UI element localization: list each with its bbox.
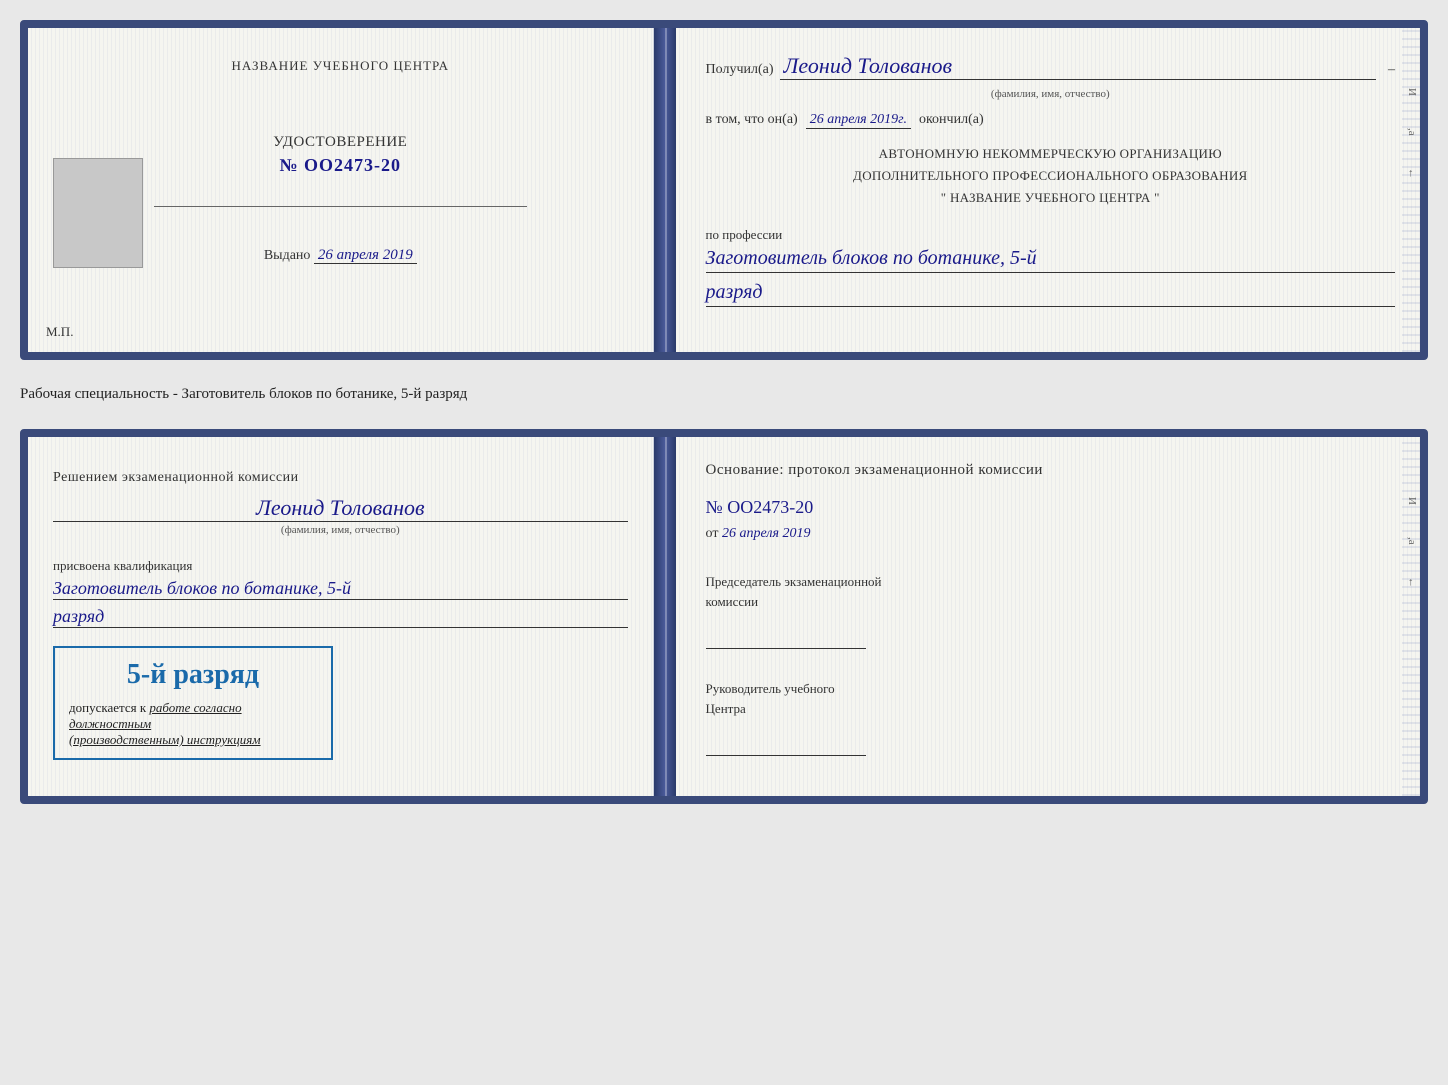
top-right-page: Получил(а) Леонид Толованов – (фамилия, … [676, 28, 1420, 352]
v-tom-prefix: в том, что он(а) [706, 112, 798, 128]
side-decorative-lines-bottom [1402, 437, 1420, 796]
fio-caption-top: (фамилия, имя, отчество) [706, 88, 1395, 100]
specialty-label: Рабочая специальность - Заготовитель бло… [20, 378, 1428, 411]
side-decorative-lines [1402, 28, 1420, 352]
razryad-kval: разряд [53, 606, 628, 628]
org-block: АВТОНОМНУЮ НЕКОММЕРЧЕСКУЮ ОРГАНИЗАЦИЮ ДО… [706, 143, 1395, 209]
rukovoditel-signature-line [706, 736, 866, 756]
komissia-text2: комиссии [706, 594, 759, 609]
vydano-block: Выдано 26 апреля 2019 [264, 247, 417, 264]
certificate-number: № OO2473-20 [279, 155, 401, 176]
dopusk-italic2: (производственным) инструкциям [69, 732, 261, 747]
side-label-a: ,а [1406, 128, 1418, 136]
vydano-label: Выдано [264, 248, 311, 263]
predsedatel-text: Председатель экзаменационной [706, 574, 882, 589]
side-label-arrow: ← [1406, 168, 1418, 179]
rukovoditel-block: Руководитель учебного Центра [706, 679, 1395, 758]
rukovoditel-text: Руководитель учебного [706, 681, 835, 696]
page-container: НАЗВАНИЕ УЧЕБНОГО ЦЕНТРА УДОСТОВЕРЕНИЕ №… [20, 20, 1428, 804]
mp-label: М.П. [46, 324, 73, 340]
komissia-name: Леонид Толованов [53, 495, 628, 522]
org-name: " НАЗВАНИЕ УЧЕБНОГО ЦЕНТРА " [706, 187, 1395, 209]
org-line2: ДОПОЛНИТЕЛЬНОГО ПРОФЕССИОНАЛЬНОГО ОБРАЗО… [706, 165, 1395, 187]
rukovoditel-label: Руководитель учебного Центра [706, 679, 1395, 718]
kval-value: Заготовитель блоков по ботанике, 5-й [53, 578, 628, 600]
predsedatel-block: Председатель экзаменационной комиссии [706, 572, 1395, 651]
side-label-i: И [1406, 88, 1418, 97]
ot-prefix: от [706, 526, 719, 541]
photo-placeholder [53, 158, 143, 268]
ot-line: от 26 апреля 2019 [706, 526, 1395, 542]
v-tom-date: 26 апреля 2019г. [806, 112, 911, 129]
profession-block: по профессии Заготовитель блоков по бота… [706, 227, 1395, 307]
bottom-right-page: Основание: протокол экзаменационной коми… [676, 437, 1420, 796]
bottom-side-label-a: ,а [1406, 537, 1418, 545]
profession-value: Заготовитель блоков по ботанике, 5-й [706, 247, 1395, 273]
org-line1: АВТОНОМНУЮ НЕКОММЕРЧЕСКУЮ ОРГАНИЗАЦИЮ [706, 143, 1395, 165]
okonchil: окончил(а) [919, 112, 984, 128]
recipient-line: Получил(а) Леонид Толованов – [706, 53, 1395, 80]
osnovanie-title: Основание: протокол экзаменационной коми… [706, 462, 1395, 479]
bottom-side-label-i: И [1406, 497, 1418, 505]
stamp-box: 5-й разряд допускается к работе согласно… [53, 646, 333, 760]
stamp-main-text: 5-й разряд [69, 658, 317, 692]
komissia-block: Решением экзаменационной комиссии [53, 467, 299, 489]
vydano-date: 26 апреля 2019 [314, 247, 417, 264]
protocol-number: № OO2473-20 [706, 497, 1395, 518]
bottom-spine [654, 437, 676, 796]
top-spine [654, 28, 676, 352]
profession-prefix: по профессии [706, 227, 1395, 243]
predsedatel-label: Председатель экзаменационной комиссии [706, 572, 1395, 611]
top-left-title: НАЗВАНИЕ УЧЕБНОГО ЦЕНТРА [232, 58, 449, 74]
dopuskaetsya-label: допускается к [69, 700, 146, 715]
top-document-card: НАЗВАНИЕ УЧЕБНОГО ЦЕНТРА УДОСТОВЕРЕНИЕ №… [20, 20, 1428, 360]
prisvoena-label: присвоена квалификация [53, 558, 192, 574]
bottom-left-page: Решением экзаменационной комиссии Леонид… [28, 437, 654, 796]
tsentra-text: Центра [706, 701, 746, 716]
komissia-prefix: Решением экзаменационной комиссии [53, 470, 299, 485]
fio-caption-bottom: (фамилия, имя, отчество) [53, 524, 628, 536]
dash1: – [1388, 62, 1395, 78]
top-left-page: НАЗВАНИЕ УЧЕБНОГО ЦЕНТРА УДОСТОВЕРЕНИЕ №… [28, 28, 654, 352]
razryad-top: разряд [706, 281, 1395, 307]
predsedatel-signature-line [706, 629, 866, 649]
recipient-prefix: Получил(а) [706, 62, 774, 78]
stamp-sub-text: допускается к работе согласно должностны… [69, 700, 317, 748]
bottom-side-label-arrow: ← [1406, 577, 1418, 588]
signature-line-top [154, 206, 527, 207]
bottom-document-card: Решением экзаменационной комиссии Леонид… [20, 429, 1428, 804]
certificate-label: УДОСТОВЕРЕНИЕ [273, 134, 407, 151]
v-tom-line: в том, что он(а) 26 апреля 2019г. окончи… [706, 112, 1395, 129]
recipient-name: Леонид Толованов [780, 53, 1376, 80]
ot-date: 26 апреля 2019 [722, 526, 810, 541]
